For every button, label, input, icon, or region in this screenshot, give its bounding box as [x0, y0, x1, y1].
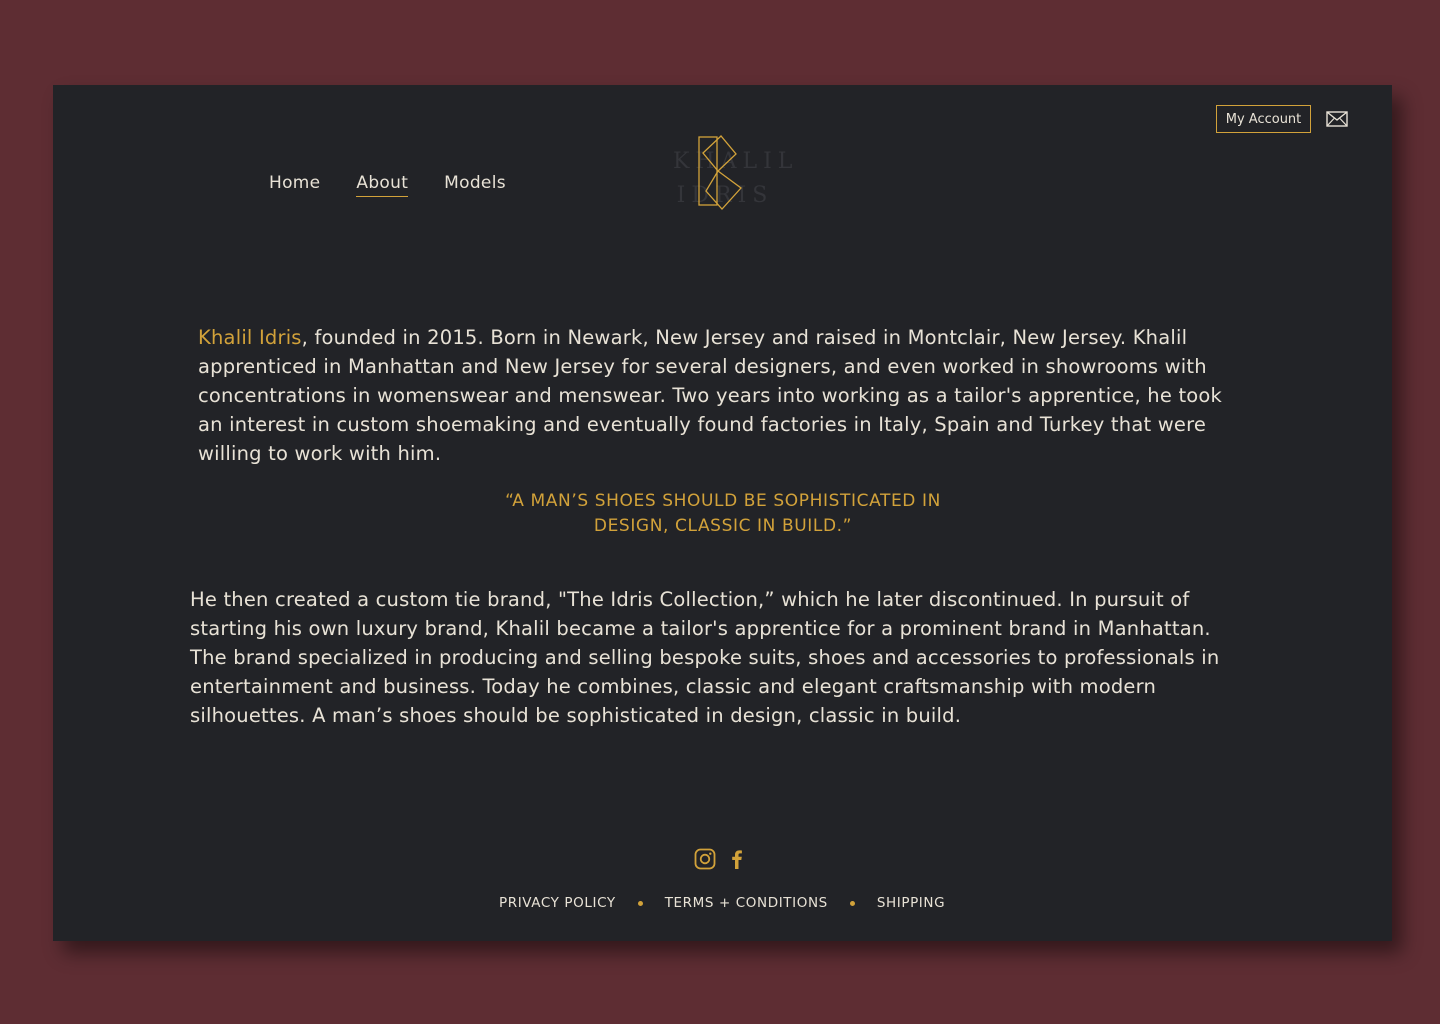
facebook-icon[interactable] — [726, 848, 748, 874]
footer-links: PRIVACY POLICY TERMS + CONDITIONS SHIPPI… — [499, 895, 945, 911]
brand-logo[interactable]: KHALIL IDRIS — [673, 133, 792, 213]
nav-about[interactable]: About — [356, 173, 409, 197]
page-window: My Account Home About Models KHALIL IDRI… — [53, 85, 1392, 941]
separator-dot — [849, 900, 855, 906]
nav-home[interactable]: Home — [269, 173, 320, 197]
about-paragraph-1-text: , founded in 2015. Born in Newark, New J… — [198, 326, 1223, 465]
about-paragraph-2: He then created a custom tie brand, "The… — [190, 588, 1220, 727]
pull-quote: “A MAN’S SHOES SHOULD BE SOPHISTICATED I… — [505, 491, 941, 536]
main-nav: Home About Models — [269, 173, 542, 197]
shipping-link[interactable]: SHIPPING — [877, 895, 945, 911]
nav-models[interactable]: Models — [444, 173, 506, 197]
terms-link[interactable]: TERMS + CONDITIONS — [665, 895, 828, 911]
about-paragraph-1: Khalil Idris, founded in 2015. Born in N… — [198, 323, 1248, 468]
social-links — [694, 848, 748, 874]
privacy-policy-link[interactable]: PRIVACY POLICY — [499, 895, 616, 911]
separator-dot — [637, 900, 643, 906]
logo-k-mark — [698, 135, 742, 210]
mail-icon[interactable] — [1326, 111, 1348, 127]
my-account-button[interactable]: My Account — [1216, 105, 1311, 133]
instagram-icon[interactable] — [694, 848, 716, 874]
name-link[interactable]: Khalil Idris — [198, 326, 302, 349]
